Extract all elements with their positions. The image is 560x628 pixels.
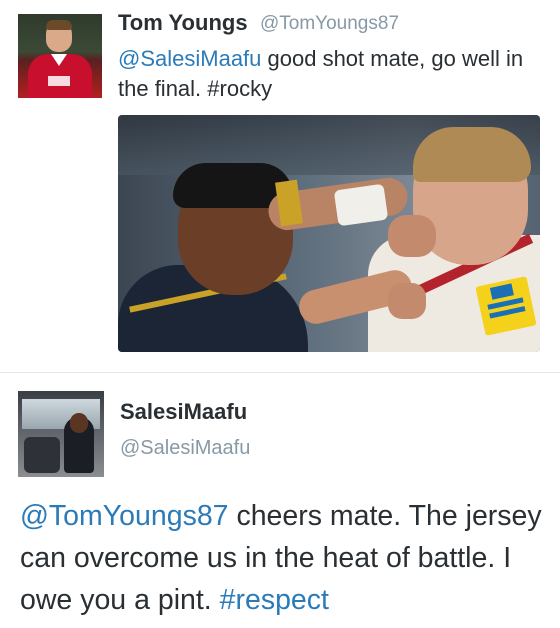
avatar[interactable] [18,14,102,98]
tweet-tom-youngs[interactable]: Tom Youngs @TomYoungs87 @SalesiMaafu goo… [0,0,560,372]
photo-sponsor-patch [475,276,537,336]
hashtag-plain[interactable]: #rocky [207,76,272,101]
photo-wrist-tape [333,183,389,227]
display-name[interactable]: Tom Youngs [118,10,248,36]
display-name[interactable]: SalesiMaafu [120,399,247,425]
tweet-text: @TomYoungs87 cheers mate. The jersey can… [20,495,544,621]
user-handle[interactable]: @SalesiMaafu [120,437,250,460]
photo-player-right-hair [413,127,531,182]
tweet-text: @SalesiMaafu good shot mate, go well in … [118,44,538,104]
user-handle[interactable]: @TomYoungs87 [260,13,399,35]
hashtag-link[interactable]: #respect [220,584,329,616]
mention-link[interactable]: @TomYoungs87 [20,500,229,532]
avatar-hair [46,20,72,30]
tweet-salesi-maafu[interactable]: SalesiMaafu @SalesiMaafu @TomYoungs87 ch… [0,373,560,628]
avatar-logo [48,76,70,86]
avatar-face [70,413,88,433]
avatar[interactable] [18,391,104,477]
photo-fist [388,215,436,257]
photo-armband [275,179,303,227]
tweet-photo[interactable] [118,115,540,352]
photo-fist-lower [388,283,426,319]
avatar-seat [24,437,60,473]
mention-link[interactable]: @SalesiMaafu [118,46,261,71]
